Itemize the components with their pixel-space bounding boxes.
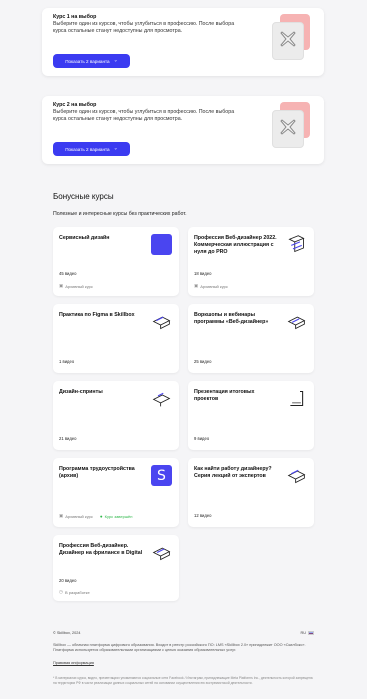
x-shape-icon	[280, 119, 296, 135]
course-title: Презентация итоговых проектов	[194, 389, 255, 402]
video-count: 1 видео	[59, 359, 75, 364]
course-title: Программа трудоустройства (архив)	[59, 466, 135, 479]
course-title: Как найти работу дизайнеру? Серия лекций…	[194, 466, 272, 479]
video-count: 21 видео	[59, 436, 77, 441]
x-shape-icon	[280, 31, 296, 47]
clock-icon: ◷	[59, 589, 63, 594]
course-title: Воркшопы и вебинары программы «Веб-дизай…	[194, 312, 269, 325]
archive-tag: Архивный курс	[65, 513, 93, 519]
isometric-icon	[290, 390, 304, 407]
archive-tag: Архивный курс	[65, 283, 93, 289]
isometric-icon	[152, 392, 171, 407]
archive-icon: ▣	[59, 513, 64, 518]
course-card[interactable]: Профессия Веб-дизайнер 2022. Коммерческа…	[188, 227, 314, 296]
video-count: 25 видео	[194, 359, 212, 364]
video-count: 12 видео	[194, 513, 212, 518]
elective-illustration	[270, 14, 312, 66]
square-icon	[151, 234, 172, 255]
isometric-icon	[152, 547, 171, 561]
archive-icon: ▣	[59, 283, 64, 288]
elective-description: Выберите один из курсов, чтобы углубитьс…	[53, 109, 235, 122]
isometric-icon	[288, 235, 305, 253]
video-count: 18 видео	[194, 271, 212, 276]
show-options-label: Показать 2 варианта	[65, 146, 110, 152]
bonus-section-title: Бонусные курсы	[53, 192, 114, 201]
course-card[interactable]: Как найти работу дизайнеру? Серия лекций…	[188, 458, 314, 527]
course-title: Профессия Веб-дизайнер 2022. Коммерческа…	[194, 235, 277, 255]
elective-description: Выберите один из курсов, чтобы углубитьс…	[53, 21, 235, 34]
course-card[interactable]: Презентация итоговых проектов 9 видео	[188, 381, 314, 450]
course-title: Практика по Figma в Skillbox	[59, 312, 135, 318]
course-card[interactable]: Программа трудоустройства (архив) S ▣ Арх…	[53, 458, 179, 527]
course-card[interactable]: Воркшопы и вебинары программы «Веб-дизай…	[188, 304, 314, 373]
archive-icon: ▣	[194, 283, 199, 288]
course-card[interactable]: Сервисный дизайн 45 видео ▣ Архивный курс	[53, 227, 179, 296]
course-title: Профессия Веб-дизайнер. Дизайнер на фрил…	[59, 543, 143, 556]
course-card[interactable]: Практика по Figma в Skillbox 1 видео	[53, 304, 179, 373]
footnote: * В материалах курса, видео, презентация…	[53, 676, 313, 685]
completed-tag: Курс завершён	[104, 513, 133, 519]
bonus-section-subtitle: Полезные и интересные курсы без практиче…	[53, 211, 187, 217]
course-title: Сервисный дизайн	[59, 235, 110, 241]
course-card[interactable]: Профессия Веб-дизайнер. Дизайнер на фрил…	[53, 535, 179, 601]
copyright: © Skillbox, 2024	[53, 631, 81, 635]
video-count: 9 видео	[194, 436, 210, 441]
chevron-down-icon: ⌄	[113, 145, 118, 152]
isometric-icon	[287, 316, 306, 330]
legal-info-link[interactable]: Правовая информация	[53, 661, 314, 665]
check-circle-icon: ●	[99, 513, 103, 519]
legal-text: Skillbox — облачная платформа цифрового …	[53, 643, 306, 652]
elective-course-card-2: Курс 2 на выбор Выберите один из курсов,…	[42, 96, 324, 164]
in-development-tag: В разработке	[64, 589, 90, 595]
elective-title: Курс 1 на выбор	[53, 14, 97, 20]
language-label: RU	[300, 631, 306, 635]
show-options-button[interactable]: Показать 2 варианта ⌄	[53, 142, 130, 156]
course-title: Дизайн-спринты	[59, 389, 103, 395]
isometric-icon	[152, 316, 171, 330]
elective-course-card-1: Курс 1 на выбор Выберите один из курсов,…	[42, 8, 324, 76]
isometric-icon	[287, 469, 306, 484]
language-switcher[interactable]: RU	[301, 631, 314, 635]
course-card[interactable]: Дизайн-спринты 21 видео	[53, 381, 179, 450]
show-options-label: Показать 2 варианта	[65, 58, 110, 64]
archive-tag: Архивный курс	[200, 283, 228, 289]
elective-title: Курс 2 на выбор	[53, 102, 97, 108]
video-count: 45 видео	[59, 271, 77, 276]
video-count: 20 видео	[59, 578, 77, 583]
russian-flag-icon	[308, 631, 314, 635]
elective-illustration	[270, 102, 312, 154]
show-options-button[interactable]: Показать 2 варианта ⌄	[53, 54, 130, 68]
s-logo-icon: S	[151, 465, 172, 486]
chevron-down-icon: ⌄	[113, 57, 118, 64]
